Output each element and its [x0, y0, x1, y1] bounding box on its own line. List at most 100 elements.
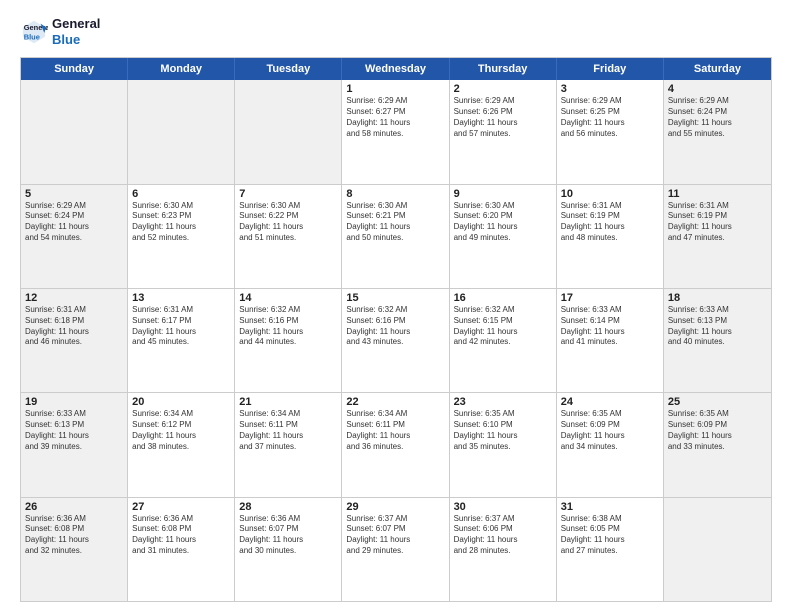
day-number: 31	[561, 501, 659, 513]
calendar-day-23: 23Sunrise: 6:35 AM Sunset: 6:10 PM Dayli…	[450, 393, 557, 496]
calendar-day-16: 16Sunrise: 6:32 AM Sunset: 6:15 PM Dayli…	[450, 289, 557, 392]
weekday-header-monday: Monday	[128, 58, 235, 80]
weekday-header-wednesday: Wednesday	[342, 58, 449, 80]
calendar-day-5: 5Sunrise: 6:29 AM Sunset: 6:24 PM Daylig…	[21, 185, 128, 288]
calendar-day-14: 14Sunrise: 6:32 AM Sunset: 6:16 PM Dayli…	[235, 289, 342, 392]
calendar-day-27: 27Sunrise: 6:36 AM Sunset: 6:08 PM Dayli…	[128, 498, 235, 601]
calendar-day-21: 21Sunrise: 6:34 AM Sunset: 6:11 PM Dayli…	[235, 393, 342, 496]
day-number: 17	[561, 292, 659, 304]
day-number: 11	[668, 188, 767, 200]
day-info: Sunrise: 6:31 AM Sunset: 6:17 PM Dayligh…	[132, 305, 230, 348]
day-info: Sunrise: 6:36 AM Sunset: 6:08 PM Dayligh…	[132, 514, 230, 557]
calendar-day-25: 25Sunrise: 6:35 AM Sunset: 6:09 PM Dayli…	[664, 393, 771, 496]
day-number: 25	[668, 396, 767, 408]
page: General Blue General Blue SundayMondayTu…	[0, 0, 792, 612]
calendar-day-6: 6Sunrise: 6:30 AM Sunset: 6:23 PM Daylig…	[128, 185, 235, 288]
weekday-header-sunday: Sunday	[21, 58, 128, 80]
day-info: Sunrise: 6:36 AM Sunset: 6:07 PM Dayligh…	[239, 514, 337, 557]
day-info: Sunrise: 6:30 AM Sunset: 6:20 PM Dayligh…	[454, 201, 552, 244]
calendar-day-empty-0-1	[128, 80, 235, 183]
day-number: 12	[25, 292, 123, 304]
calendar-row-1: 5Sunrise: 6:29 AM Sunset: 6:24 PM Daylig…	[21, 185, 771, 289]
day-number: 9	[454, 188, 552, 200]
day-info: Sunrise: 6:35 AM Sunset: 6:10 PM Dayligh…	[454, 409, 552, 452]
calendar-day-1: 1Sunrise: 6:29 AM Sunset: 6:27 PM Daylig…	[342, 80, 449, 183]
day-info: Sunrise: 6:32 AM Sunset: 6:16 PM Dayligh…	[239, 305, 337, 348]
day-number: 29	[346, 501, 444, 513]
calendar-day-26: 26Sunrise: 6:36 AM Sunset: 6:08 PM Dayli…	[21, 498, 128, 601]
day-info: Sunrise: 6:34 AM Sunset: 6:11 PM Dayligh…	[239, 409, 337, 452]
day-number: 30	[454, 501, 552, 513]
day-info: Sunrise: 6:37 AM Sunset: 6:06 PM Dayligh…	[454, 514, 552, 557]
day-number: 16	[454, 292, 552, 304]
calendar-day-11: 11Sunrise: 6:31 AM Sunset: 6:19 PM Dayli…	[664, 185, 771, 288]
day-info: Sunrise: 6:36 AM Sunset: 6:08 PM Dayligh…	[25, 514, 123, 557]
calendar-day-4: 4Sunrise: 6:29 AM Sunset: 6:24 PM Daylig…	[664, 80, 771, 183]
day-number: 2	[454, 83, 552, 95]
calendar-day-28: 28Sunrise: 6:36 AM Sunset: 6:07 PM Dayli…	[235, 498, 342, 601]
header: General Blue General Blue	[20, 16, 772, 47]
weekday-header-tuesday: Tuesday	[235, 58, 342, 80]
day-info: Sunrise: 6:37 AM Sunset: 6:07 PM Dayligh…	[346, 514, 444, 557]
day-number: 13	[132, 292, 230, 304]
day-number: 5	[25, 188, 123, 200]
day-number: 3	[561, 83, 659, 95]
day-number: 20	[132, 396, 230, 408]
calendar-day-7: 7Sunrise: 6:30 AM Sunset: 6:22 PM Daylig…	[235, 185, 342, 288]
calendar-day-13: 13Sunrise: 6:31 AM Sunset: 6:17 PM Dayli…	[128, 289, 235, 392]
day-info: Sunrise: 6:32 AM Sunset: 6:16 PM Dayligh…	[346, 305, 444, 348]
calendar-row-0: 1Sunrise: 6:29 AM Sunset: 6:27 PM Daylig…	[21, 80, 771, 184]
calendar-day-3: 3Sunrise: 6:29 AM Sunset: 6:25 PM Daylig…	[557, 80, 664, 183]
day-info: Sunrise: 6:30 AM Sunset: 6:22 PM Dayligh…	[239, 201, 337, 244]
calendar-day-18: 18Sunrise: 6:33 AM Sunset: 6:13 PM Dayli…	[664, 289, 771, 392]
day-number: 23	[454, 396, 552, 408]
svg-text:Blue: Blue	[24, 32, 40, 41]
logo-general: General	[52, 16, 100, 32]
calendar-day-24: 24Sunrise: 6:35 AM Sunset: 6:09 PM Dayli…	[557, 393, 664, 496]
calendar-day-20: 20Sunrise: 6:34 AM Sunset: 6:12 PM Dayli…	[128, 393, 235, 496]
day-info: Sunrise: 6:30 AM Sunset: 6:21 PM Dayligh…	[346, 201, 444, 244]
day-number: 14	[239, 292, 337, 304]
calendar-header: SundayMondayTuesdayWednesdayThursdayFrid…	[21, 58, 771, 80]
day-number: 6	[132, 188, 230, 200]
day-info: Sunrise: 6:35 AM Sunset: 6:09 PM Dayligh…	[561, 409, 659, 452]
day-info: Sunrise: 6:33 AM Sunset: 6:13 PM Dayligh…	[25, 409, 123, 452]
day-number: 27	[132, 501, 230, 513]
day-info: Sunrise: 6:30 AM Sunset: 6:23 PM Dayligh…	[132, 201, 230, 244]
day-number: 8	[346, 188, 444, 200]
day-number: 4	[668, 83, 767, 95]
day-info: Sunrise: 6:29 AM Sunset: 6:27 PM Dayligh…	[346, 96, 444, 139]
day-number: 26	[25, 501, 123, 513]
weekday-header-friday: Friday	[557, 58, 664, 80]
calendar-day-15: 15Sunrise: 6:32 AM Sunset: 6:16 PM Dayli…	[342, 289, 449, 392]
day-info: Sunrise: 6:29 AM Sunset: 6:26 PM Dayligh…	[454, 96, 552, 139]
calendar-day-empty-0-0	[21, 80, 128, 183]
day-info: Sunrise: 6:29 AM Sunset: 6:24 PM Dayligh…	[668, 96, 767, 139]
day-info: Sunrise: 6:29 AM Sunset: 6:25 PM Dayligh…	[561, 96, 659, 139]
day-info: Sunrise: 6:31 AM Sunset: 6:18 PM Dayligh…	[25, 305, 123, 348]
day-number: 22	[346, 396, 444, 408]
day-number: 21	[239, 396, 337, 408]
day-number: 10	[561, 188, 659, 200]
day-info: Sunrise: 6:33 AM Sunset: 6:14 PM Dayligh…	[561, 305, 659, 348]
day-info: Sunrise: 6:29 AM Sunset: 6:24 PM Dayligh…	[25, 201, 123, 244]
calendar-day-10: 10Sunrise: 6:31 AM Sunset: 6:19 PM Dayli…	[557, 185, 664, 288]
day-number: 15	[346, 292, 444, 304]
calendar-day-9: 9Sunrise: 6:30 AM Sunset: 6:20 PM Daylig…	[450, 185, 557, 288]
day-info: Sunrise: 6:33 AM Sunset: 6:13 PM Dayligh…	[668, 305, 767, 348]
calendar: SundayMondayTuesdayWednesdayThursdayFrid…	[20, 57, 772, 602]
calendar-day-19: 19Sunrise: 6:33 AM Sunset: 6:13 PM Dayli…	[21, 393, 128, 496]
calendar-day-29: 29Sunrise: 6:37 AM Sunset: 6:07 PM Dayli…	[342, 498, 449, 601]
day-info: Sunrise: 6:34 AM Sunset: 6:12 PM Dayligh…	[132, 409, 230, 452]
day-info: Sunrise: 6:32 AM Sunset: 6:15 PM Dayligh…	[454, 305, 552, 348]
day-info: Sunrise: 6:38 AM Sunset: 6:05 PM Dayligh…	[561, 514, 659, 557]
day-number: 24	[561, 396, 659, 408]
calendar-day-17: 17Sunrise: 6:33 AM Sunset: 6:14 PM Dayli…	[557, 289, 664, 392]
logo-blue: Blue	[52, 32, 100, 48]
day-number: 19	[25, 396, 123, 408]
day-number: 28	[239, 501, 337, 513]
calendar-row-4: 26Sunrise: 6:36 AM Sunset: 6:08 PM Dayli…	[21, 498, 771, 601]
day-number: 1	[346, 83, 444, 95]
calendar-body: 1Sunrise: 6:29 AM Sunset: 6:27 PM Daylig…	[21, 80, 771, 601]
calendar-day-8: 8Sunrise: 6:30 AM Sunset: 6:21 PM Daylig…	[342, 185, 449, 288]
